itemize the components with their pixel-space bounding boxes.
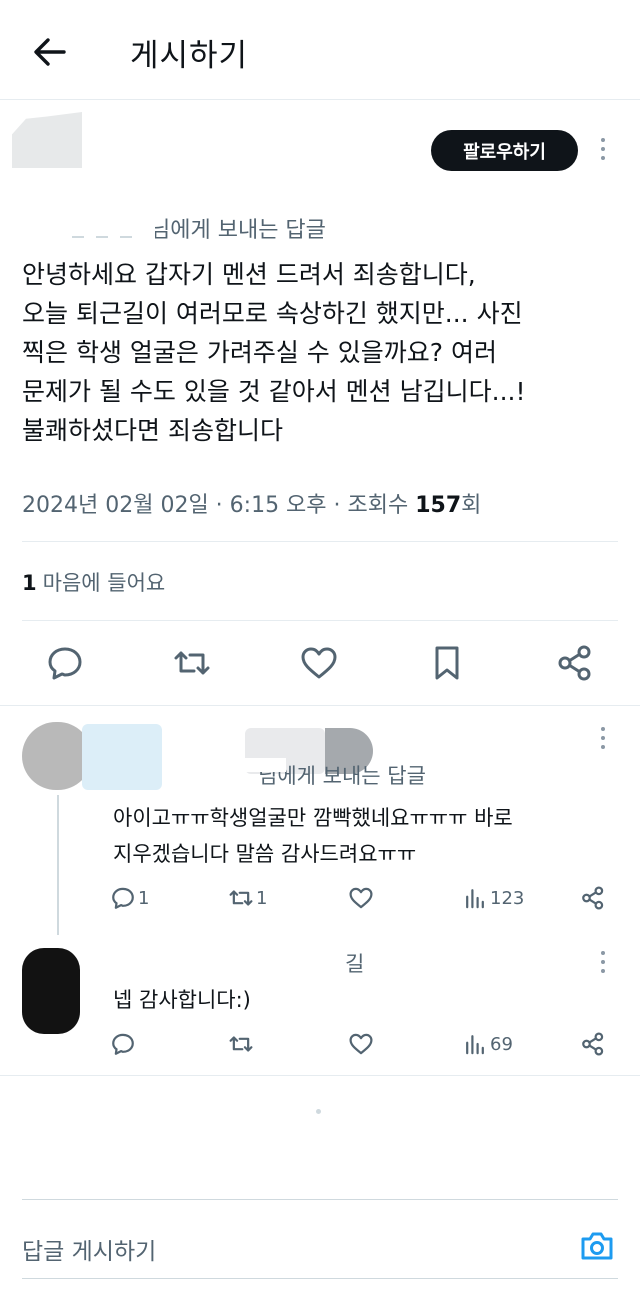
comment-icon[interactable] — [45, 643, 85, 683]
divider — [22, 1199, 618, 1200]
tweet-meta: 2024년 02월 02일 · 6:15 오후 · 조회수 157회 — [22, 487, 481, 519]
view-count: 123 — [490, 887, 525, 909]
likes-count: 1 — [22, 571, 37, 595]
retweet-count: 1 — [256, 887, 268, 909]
retweet-icon — [229, 890, 253, 906]
page-title: 게시하기 — [130, 38, 249, 74]
share-icon — [582, 886, 604, 910]
redacted-username — [60, 212, 155, 242]
share-icon — [582, 1032, 604, 1056]
bar-chart-icon — [466, 1035, 484, 1055]
tweet-timestamp: 2024년 02월 02일 · 6:15 오후 · 조회수 — [22, 493, 416, 518]
comment-icon — [112, 1033, 134, 1055]
reply-line: 지우겠습니다 말씀 감사드려요ㅠㅠ — [113, 842, 417, 866]
more-vertical-icon[interactable] — [599, 727, 607, 749]
more-vertical-icon[interactable] — [599, 951, 607, 973]
avatar[interactable] — [12, 112, 82, 168]
comment-icon — [112, 887, 134, 909]
divider — [22, 541, 618, 542]
tweet-text: 안녕하세요 갑자기 멘션 드려서 죄송합니다, 오늘 퇴근길이 여러모로 속상하… — [22, 255, 622, 450]
username-fragment: 길 — [345, 952, 365, 976]
likes-summary[interactable]: 1 마음에 들어요 — [22, 567, 165, 597]
tweet-line: 불쾌하셨다면 죄송합니다 — [22, 416, 283, 445]
reply-text: 넵 감사합니다:) — [113, 988, 251, 1012]
retweet-icon — [229, 1036, 253, 1052]
tweet-line: 안녕하세요 갑자기 멘션 드려서 죄송합니다, — [22, 260, 476, 289]
divider — [22, 620, 618, 621]
view-count: 157 — [415, 493, 462, 518]
redacted-username — [240, 758, 286, 772]
loading-indicator — [316, 1109, 321, 1114]
tweet-line: 문제가 될 수도 있을 것 같아서 멘션 남깁니다...! — [22, 377, 526, 406]
reply-share-button[interactable] — [580, 1030, 606, 1058]
comment-count: 1 — [138, 887, 150, 909]
bookmark-icon[interactable] — [427, 643, 467, 683]
reply-views-button[interactable]: 69 — [462, 1030, 513, 1058]
likes-label: 마음에 들어요 — [42, 571, 166, 595]
follow-button[interactable]: 팔로우하기 — [431, 130, 578, 171]
share-icon[interactable] — [555, 643, 595, 683]
reply-like-button[interactable] — [348, 1030, 374, 1058]
camera-icon[interactable] — [579, 1228, 615, 1264]
divider — [0, 1075, 640, 1076]
back-arrow-icon[interactable] — [30, 34, 70, 70]
more-vertical-icon[interactable] — [599, 138, 607, 160]
reply-retweet-button[interactable] — [228, 1030, 254, 1058]
reply-share-button[interactable] — [580, 884, 606, 912]
divider — [22, 1278, 618, 1279]
reply-comment-button[interactable]: 1 — [110, 884, 149, 912]
thread-line — [57, 795, 59, 935]
reply-to-label: 님에게 보내는 답글 — [150, 218, 326, 243]
view-count: 69 — [490, 1033, 513, 1055]
divider — [0, 705, 640, 706]
heart-icon[interactable] — [299, 643, 339, 683]
reply-retweet-button[interactable]: 1 — [228, 884, 267, 912]
heart-icon — [349, 1033, 373, 1055]
blurred-name — [82, 724, 162, 790]
heart-icon — [349, 887, 373, 909]
top-bar: 게시하기 — [0, 0, 640, 100]
tweet-line: 오늘 퇴근길이 여러모로 속상하긴 했지만... 사진 — [22, 299, 523, 328]
reply-composer-input[interactable]: 답글 게시하기 — [22, 1232, 156, 1266]
reply-like-button[interactable] — [348, 884, 374, 912]
view-count-suffix: 회 — [461, 493, 482, 518]
retweet-icon[interactable] — [172, 643, 212, 683]
reply-text: 아이고ㅠㅠ학생얼굴만 깜빡했네요ㅠㅠㅠ 바로 지우겠습니다 말씀 감사드려요ㅠㅠ — [113, 800, 513, 872]
tweet-line: 찍은 학생 얼굴은 가려주실 수 있을까요? 여러 — [22, 338, 497, 367]
reply-comment-button[interactable] — [110, 1030, 136, 1058]
avatar[interactable] — [22, 948, 80, 1034]
reply-views-button[interactable]: 123 — [462, 884, 524, 912]
bar-chart-icon — [466, 889, 484, 909]
reply-line: 아이고ㅠㅠ학생얼굴만 깜빡했네요ㅠㅠㅠ 바로 — [113, 806, 513, 830]
redacted-username — [60, 940, 250, 976]
